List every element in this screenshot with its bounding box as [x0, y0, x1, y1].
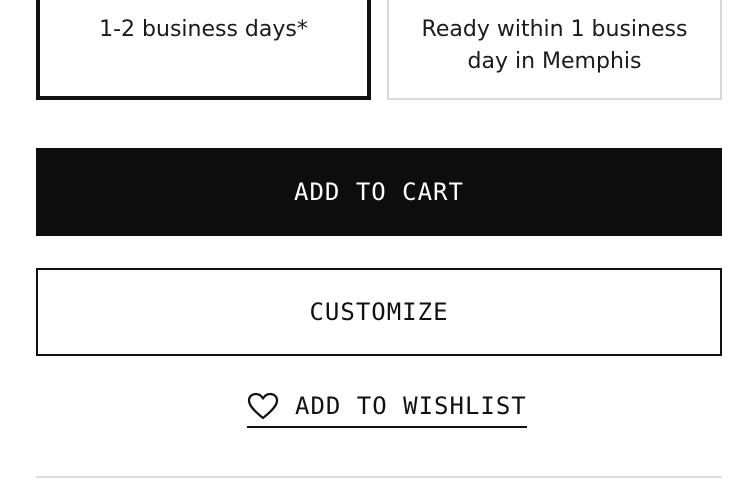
customize-button[interactable]: CUSTOMIZE — [36, 268, 722, 356]
delivery-option-shipping[interactable]: 1-2 business days* — [36, 0, 371, 100]
add-to-cart-label: ADD TO CART — [294, 178, 464, 206]
delivery-option-shipping-label: 1-2 business days* — [99, 17, 308, 42]
heart-icon — [247, 392, 279, 420]
delivery-option-pickup-label: Ready within 1 business day in Memphis — [421, 17, 688, 74]
add-to-cart-button[interactable]: ADD TO CART — [36, 148, 722, 236]
add-to-wishlist-label: ADD TO WISHLIST — [295, 392, 527, 420]
delivery-option-pickup[interactable]: Ready within 1 business day in Memphis — [387, 0, 722, 100]
add-to-wishlist-link[interactable]: ADD TO WISHLIST — [247, 390, 527, 428]
section-divider — [36, 476, 722, 478]
customize-label: CUSTOMIZE — [309, 298, 449, 326]
product-purchase-panel: 1-2 business days* Ready within 1 busine… — [0, 0, 756, 504]
